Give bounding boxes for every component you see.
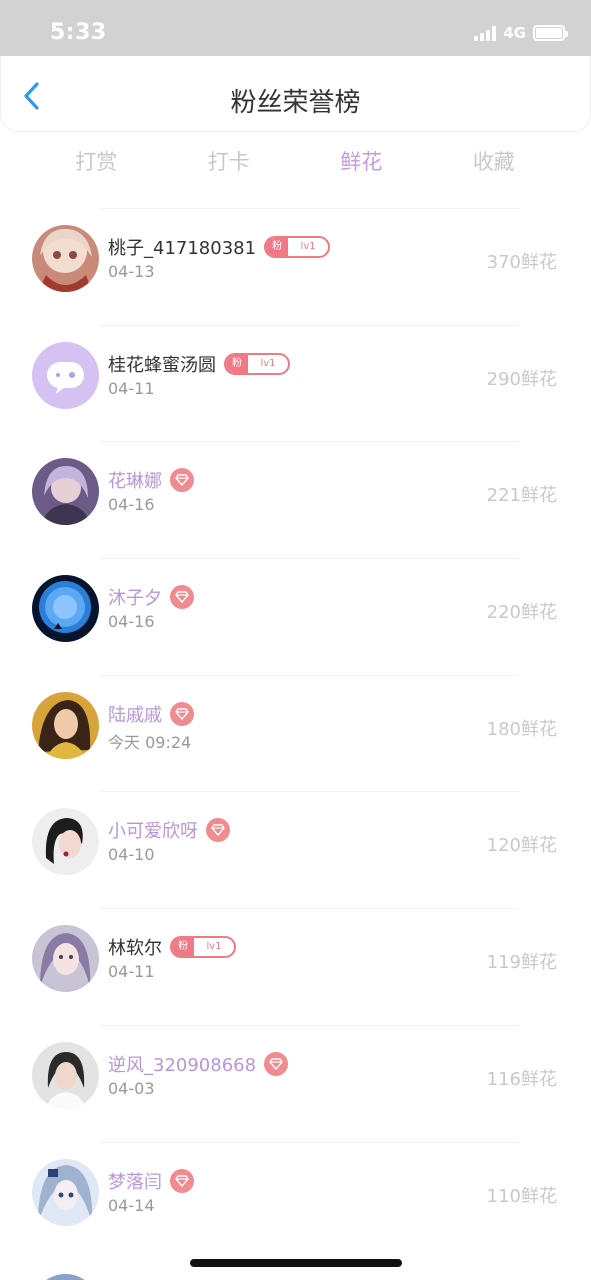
fan-name[interactable]: 梦落闫 — [108, 1168, 162, 1194]
flower-count: 119鲜花 — [486, 952, 557, 974]
fan-date: 今天 09:24 — [108, 732, 192, 752]
fan-badge-prefix: 粉 — [172, 938, 194, 957]
network-label: 4G — [503, 24, 526, 42]
name-line: 花琳娜 — [108, 467, 194, 493]
avatar[interactable] — [32, 808, 99, 876]
fan-row[interactable]: 花琳娜 04-16 221鲜花 — [0, 441, 591, 558]
fan-name[interactable]: 桂花蜂蜜汤圆 — [108, 351, 216, 377]
flower-count: 120鲜花 — [486, 835, 557, 857]
tab-bar: 打赏 打卡 鲜花 收藏 — [30, 140, 560, 184]
avatar[interactable] — [32, 1274, 99, 1280]
avatar[interactable] — [32, 1041, 99, 1109]
name-line: 梦落闫 — [108, 1168, 194, 1194]
name-line: 桃子_417180381 粉 lv1 — [108, 234, 331, 260]
fan-name[interactable]: 林软尔 — [108, 934, 162, 960]
fan-level-badge: 粉 lv1 — [224, 352, 290, 375]
name-line: 沐子夕 — [108, 584, 194, 610]
fan-level-badge: 粉 lv1 — [264, 236, 331, 258]
fan-badge-level: lv1 — [206, 941, 222, 953]
fan-row[interactable]: 小可爱欣呀 04-10 120鲜花 — [0, 791, 591, 908]
divider — [100, 908, 519, 910]
divider — [100, 791, 519, 793]
avatar[interactable] — [32, 691, 99, 759]
fan-level-badge: 粉 lv1 — [170, 936, 236, 959]
fan-row[interactable]: 逆风_320908668 04-03 116鲜花 — [0, 1024, 591, 1142]
fan-badge-level: lv1 — [260, 357, 276, 369]
avatar[interactable] — [32, 225, 99, 292]
divider — [100, 1141, 519, 1143]
tab-checkin[interactable]: 打卡 — [163, 140, 296, 184]
diamond-icon — [170, 468, 194, 493]
fan-row[interactable]: 林软尔 粉 lv1 04-11 119鲜花 — [0, 908, 591, 1025]
fan-badge-level: lv1 — [300, 241, 316, 252]
flower-count: 110鲜花 — [486, 1185, 557, 1207]
avatar[interactable] — [32, 1158, 99, 1226]
fan-ranking-list: 桃子_417180381 粉 lv1 04-13 370鲜花 桂花蜂蜜汤圆 粉 … — [0, 208, 591, 1258]
page-title: 粉丝荣誉榜 — [230, 88, 361, 118]
flower-count: 221鲜花 — [486, 485, 557, 507]
divider — [100, 208, 519, 209]
diamond-icon — [170, 585, 194, 610]
tab-favorites[interactable]: 收藏 — [428, 140, 561, 184]
fan-date: 04-14 — [108, 1195, 155, 1215]
name-line: 逆风_320908668 — [108, 1051, 289, 1077]
fan-row[interactable]: 梦落闫 04-14 110鲜花 — [0, 1141, 591, 1259]
home-indicator[interactable] — [190, 1259, 402, 1267]
fan-date: 04-11 — [108, 378, 155, 398]
name-line: 桂花蜂蜜汤圆 粉 lv1 — [108, 351, 290, 377]
fan-badge-prefix: 粉 — [226, 354, 248, 373]
fan-date: 04-11 — [108, 962, 155, 982]
fan-date: 04-16 — [108, 495, 155, 515]
fan-name[interactable]: 逆风_320908668 — [108, 1051, 256, 1077]
status-indicators: 4G — [474, 24, 568, 42]
avatar[interactable] — [32, 458, 99, 526]
status-bar: 5:33 4G — [0, 0, 591, 58]
fan-date: 04-16 — [108, 612, 155, 632]
diamond-icon — [170, 1168, 194, 1193]
avatar[interactable] — [32, 341, 99, 409]
fan-row[interactable]: 桂花蜂蜜汤圆 粉 lv1 04-11 290鲜花 — [0, 324, 591, 442]
fan-name[interactable]: 小可爱欣呀 — [108, 817, 198, 843]
avatar[interactable] — [32, 575, 99, 643]
flower-count: 370鲜花 — [486, 252, 557, 273]
nav-bar: 粉丝荣誉榜 — [0, 56, 591, 132]
flower-count: 220鲜花 — [486, 602, 557, 624]
avatar[interactable] — [32, 925, 99, 993]
name-line: 林软尔 粉 lv1 — [108, 934, 236, 960]
diamond-icon — [170, 701, 194, 726]
fan-name[interactable]: 桃子_417180381 — [108, 234, 256, 260]
fan-row[interactable]: 沐子夕 04-16 220鲜花 — [0, 558, 591, 675]
divider — [100, 558, 519, 560]
tab-tips[interactable]: 打赏 — [30, 140, 163, 184]
flower-count: 180鲜花 — [486, 718, 557, 740]
fan-row[interactable]: 桃子_417180381 粉 lv1 04-13 370鲜花 — [0, 208, 591, 325]
fan-name[interactable]: 沐子夕 — [108, 584, 162, 610]
diamond-icon — [264, 1051, 289, 1076]
tab-flowers[interactable]: 鲜花 — [295, 140, 428, 184]
fan-date: 04-13 — [108, 262, 155, 281]
name-line: 陆戚戚 — [108, 701, 194, 727]
battery-icon — [533, 25, 568, 41]
flower-count: 116鲜花 — [486, 1068, 557, 1090]
fan-date: 04-03 — [108, 1078, 155, 1098]
divider — [100, 324, 519, 326]
divider — [100, 1024, 519, 1026]
flower-count: 290鲜花 — [486, 368, 557, 390]
name-line: 小可爱欣呀 — [108, 817, 230, 843]
divider — [100, 674, 519, 676]
signal-icon — [474, 25, 497, 41]
divider — [100, 441, 519, 443]
fan-name[interactable]: 花琳娜 — [108, 467, 162, 493]
diamond-icon — [206, 818, 230, 843]
status-time: 5:33 — [50, 20, 107, 45]
fan-name[interactable]: 陆戚戚 — [108, 701, 162, 727]
fan-row[interactable]: 陆戚戚 今天 09:24 180鲜花 — [0, 674, 591, 792]
fan-badge-prefix: 粉 — [266, 238, 289, 256]
fan-date: 04-10 — [108, 845, 155, 865]
